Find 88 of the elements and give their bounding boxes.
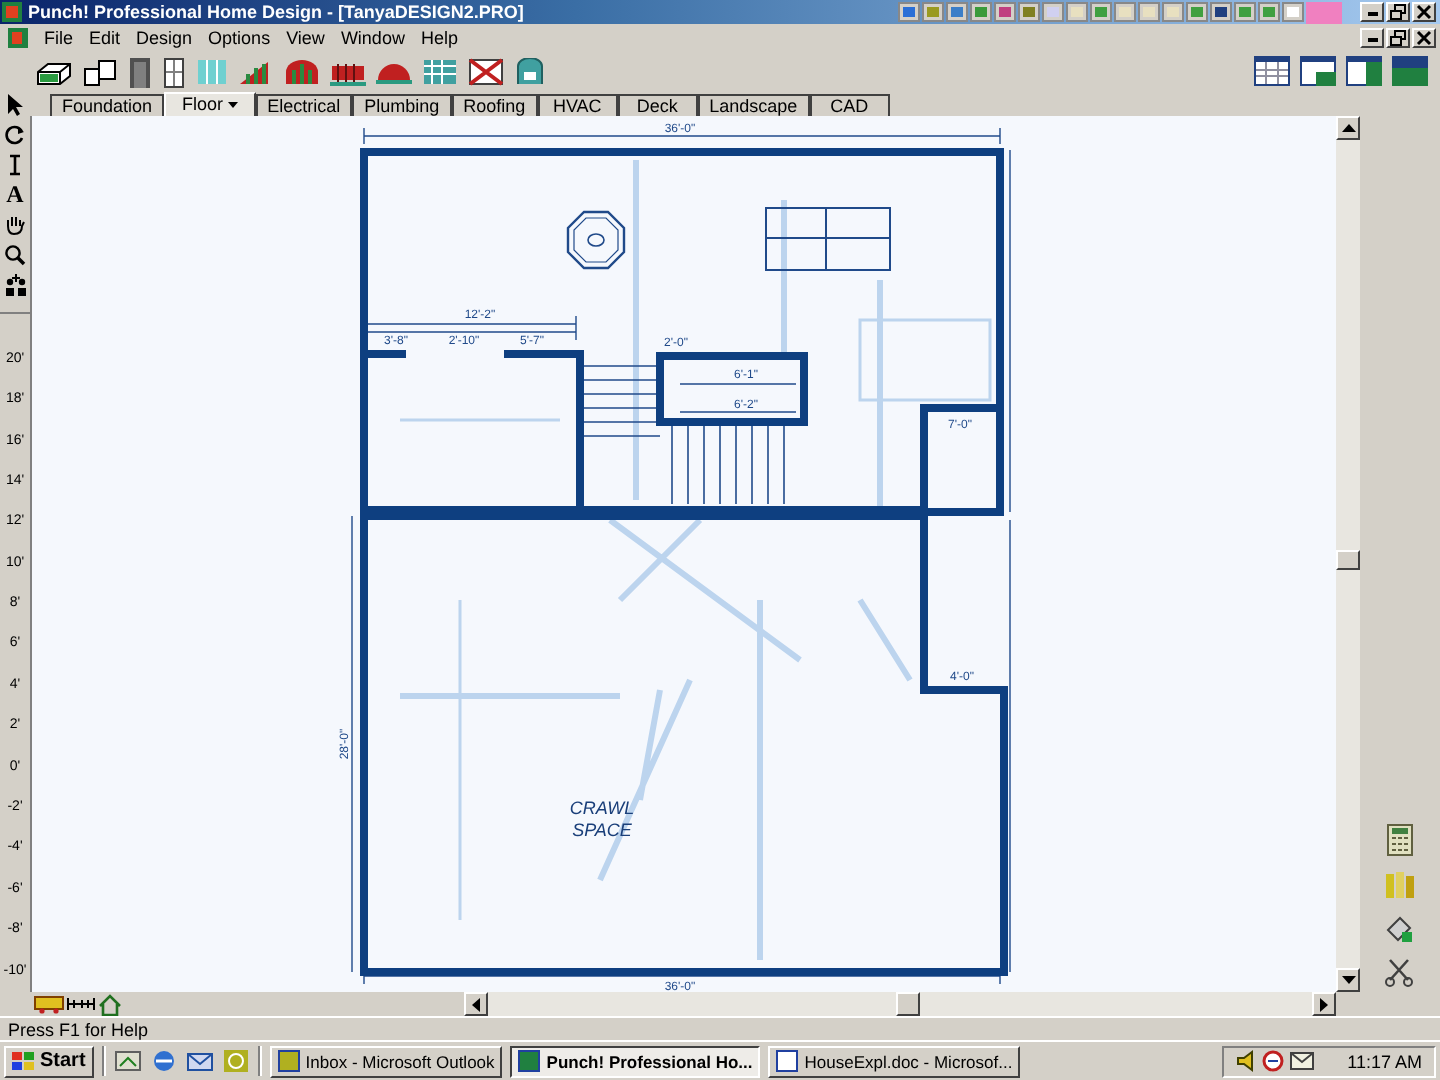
menu-item[interactable]: Options: [208, 27, 271, 47]
box-icon[interactable]: [82, 55, 118, 87]
menu-item[interactable]: Design: [136, 27, 193, 47]
clock: 11:17 AM: [1347, 1051, 1422, 1071]
right-arrow-icon: [1320, 997, 1328, 1011]
shortcut-icon[interactable]: [1210, 2, 1232, 22]
status-text: Press F1 for Help: [8, 1019, 149, 1039]
tile-icon[interactable]: [422, 57, 458, 85]
tab[interactable]: HVAC: [537, 94, 618, 116]
up-arrow-icon: [1341, 124, 1355, 132]
window-icon: [277, 1050, 300, 1072]
side-view-icon[interactable]: [1346, 56, 1382, 86]
swatch-icon[interactable]: [1306, 1, 1342, 23]
taskbar-button[interactable]: Inbox - Microsoft Outlook: [269, 1045, 503, 1077]
caret-icon: [227, 102, 238, 108]
shortcut-icon[interactable]: [946, 2, 968, 22]
left-arrow-icon: [472, 997, 480, 1011]
mail-icon[interactable]: [185, 1048, 214, 1074]
envelope-icon[interactable]: [1289, 1052, 1314, 1070]
document-icon: [8, 27, 28, 47]
vertical-scrollbar[interactable]: [1336, 116, 1360, 992]
tab[interactable]: CAD: [809, 94, 890, 116]
window-icon: [518, 1050, 541, 1072]
rotate-icon[interactable]: [4, 124, 26, 146]
minimize-icon: [1367, 12, 1377, 16]
octagon-drawing: [566, 210, 626, 270]
scissors-icon[interactable]: [1384, 956, 1416, 988]
room-label: CRAWL SPACE: [569, 798, 635, 840]
scroll-left-button[interactable]: [464, 992, 488, 1016]
app-icon: [2, 2, 22, 22]
tab[interactable]: Landscape: [697, 94, 810, 116]
tab[interactable]: Roofing: [451, 94, 538, 116]
house-icon[interactable]: [98, 993, 122, 1015]
restore-button[interactable]: [1386, 27, 1410, 47]
scroll-thumb[interactable]: [896, 992, 920, 1016]
close-button[interactable]: [1412, 2, 1436, 22]
minimize-button[interactable]: [1360, 2, 1384, 22]
start-button[interactable]: Start: [4, 1045, 94, 1077]
measure-icon[interactable]: [66, 994, 96, 1014]
tab[interactable]: Floor: [164, 92, 256, 116]
menu-item[interactable]: Help: [420, 27, 458, 47]
scroll-thumb[interactable]: [1336, 550, 1360, 570]
pointer-icon[interactable]: [6, 92, 26, 116]
horizontal-scrollbar[interactable]: [464, 992, 1336, 1016]
close-icon: [1416, 29, 1432, 45]
tab[interactable]: Electrical: [255, 94, 353, 116]
desktop-icon[interactable]: [113, 1048, 142, 1074]
dimension-icon[interactable]: [4, 154, 26, 176]
tab[interactable]: Plumbing: [352, 94, 452, 116]
restore-button[interactable]: [1386, 2, 1410, 22]
down-arrow-icon: [1341, 976, 1355, 984]
close-button[interactable]: [1412, 27, 1436, 47]
shortcut-icon[interactable]: [898, 2, 920, 22]
shortcut-icon[interactable]: [1282, 2, 1304, 22]
table-view-icon[interactable]: [1254, 56, 1290, 86]
speaker-icon[interactable]: [1235, 1050, 1256, 1072]
taskbar-button[interactable]: HouseExpl.doc - Microsof...: [768, 1045, 1021, 1077]
rectangle-grid-drawing: [765, 207, 891, 271]
zoom-icon[interactable]: [4, 244, 26, 266]
taskbar-button[interactable]: Punch! Professional Ho...: [510, 1045, 761, 1077]
window-icon: [776, 1050, 799, 1072]
menu-item[interactable]: Window: [340, 27, 405, 47]
shortcut-icon[interactable]: [994, 2, 1016, 22]
minimize-icon: [1367, 37, 1377, 41]
window-icon[interactable]: [162, 55, 186, 87]
tab[interactable]: Foundation: [50, 94, 165, 116]
window-title: Punch! Professional Home Design - [TanyaDESIGN2.PRO]: [28, 2, 524, 22]
scroll-up-button[interactable]: [1336, 116, 1360, 140]
scroll-right-button[interactable]: [1312, 992, 1336, 1016]
close-icon: [1416, 4, 1432, 20]
scroll-down-button[interactable]: [1336, 968, 1360, 992]
windows-logo-icon: [12, 1051, 36, 1071]
menu-item[interactable]: Edit: [89, 27, 121, 47]
split-view-icon[interactable]: [1300, 56, 1336, 86]
menu-item[interactable]: View: [286, 27, 325, 47]
menu-item[interactable]: File: [44, 27, 74, 47]
tab[interactable]: Deck: [617, 94, 698, 116]
hand-icon[interactable]: [4, 214, 26, 236]
calculator-icon[interactable]: [1386, 824, 1414, 856]
text-tool[interactable]: A: [6, 184, 24, 206]
people-icon[interactable]: [3, 274, 27, 296]
door-icon[interactable]: [128, 55, 152, 87]
chair-icon[interactable]: [514, 57, 546, 85]
arch-icon[interactable]: [284, 57, 320, 85]
shortcut-icon[interactable]: [1018, 2, 1040, 22]
framing-icon[interactable]: [238, 57, 274, 85]
bus-icon[interactable]: [34, 994, 64, 1014]
minimize-button[interactable]: [1360, 27, 1384, 47]
